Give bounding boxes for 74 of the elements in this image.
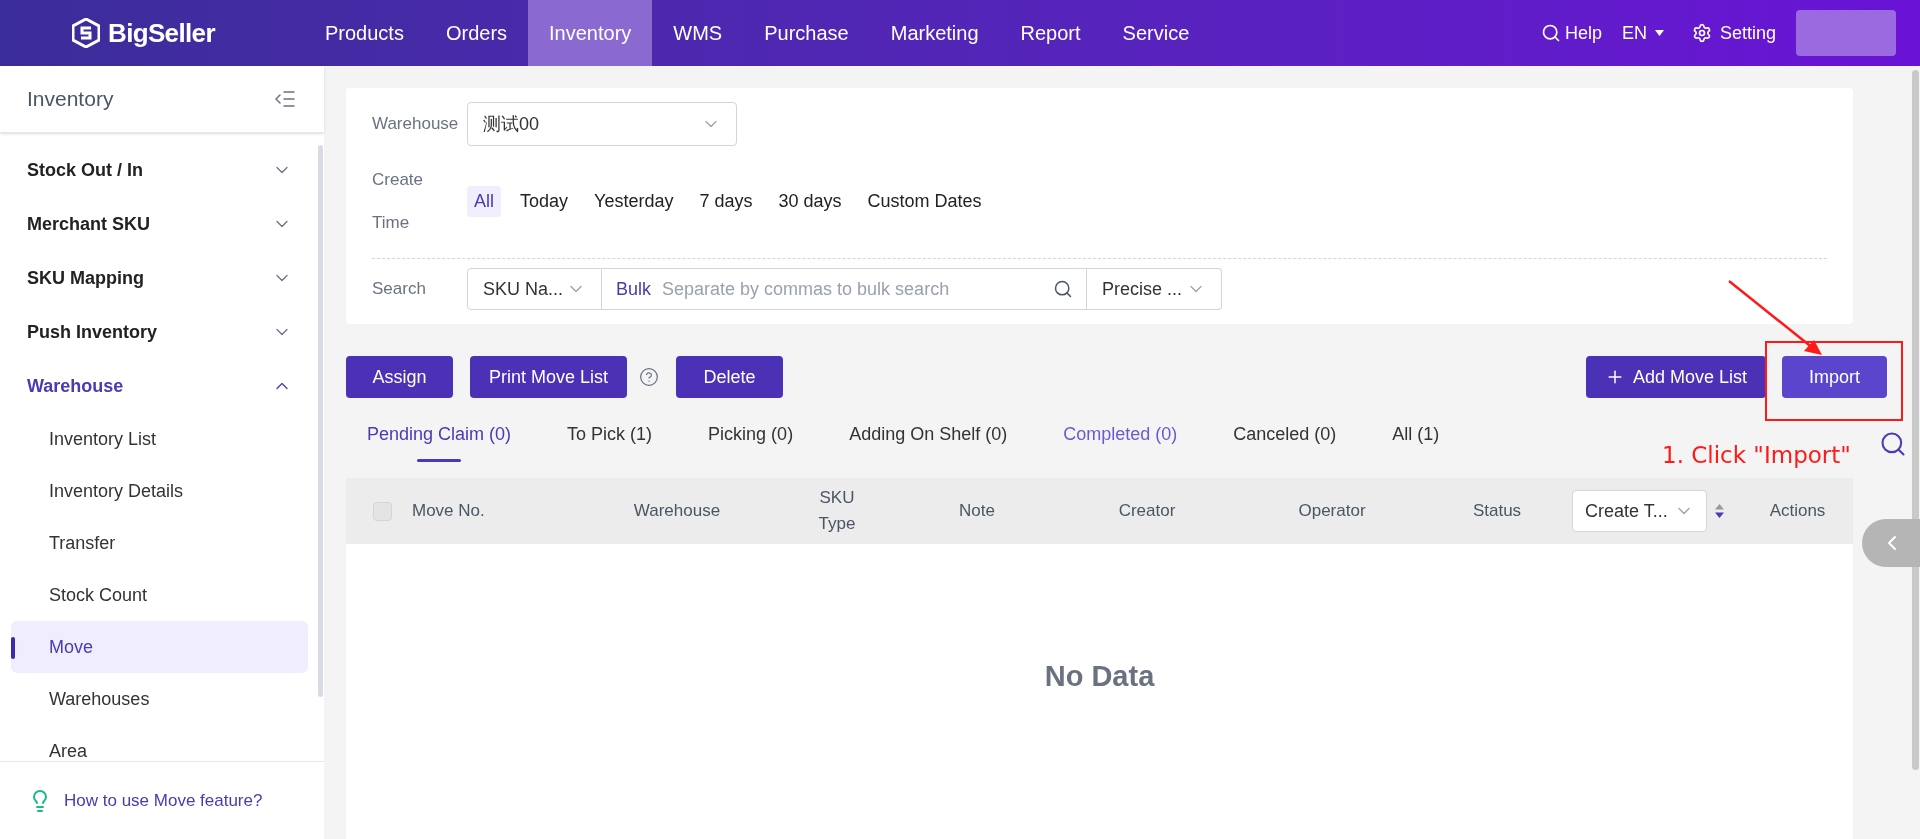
sidebar-item[interactable]: Area	[11, 725, 308, 761]
bulk-link[interactable]: Bulk	[616, 277, 651, 301]
column-header: Operator	[1298, 500, 1366, 523]
sidebar-group[interactable]: Stock Out / In	[0, 143, 324, 197]
column-header: Move No.	[412, 500, 485, 523]
column-header: Warehouse	[633, 500, 721, 523]
date-option[interactable]: All	[467, 185, 501, 217]
nav-tab[interactable]: Orders	[424, 0, 529, 66]
column-header: Status	[1472, 500, 1522, 523]
status-tab[interactable]: Canceled (0)	[1233, 404, 1337, 464]
page-scrollbar[interactable]	[1912, 70, 1919, 770]
collapse-panel-tab[interactable]	[1862, 519, 1920, 567]
nav-tab[interactable]: Report	[999, 0, 1102, 66]
warehouse-select[interactable]: 测试00	[467, 102, 737, 146]
column-header: Actions	[1769, 500, 1826, 523]
search-icon[interactable]	[1879, 430, 1907, 458]
sidebar-item[interactable]: Stock Count	[11, 569, 308, 621]
filter-label: Warehouse	[372, 113, 460, 136]
annotation-text: 1. Click "Import"	[1662, 441, 1851, 470]
sidebar-item[interactable]: Warehouses	[11, 673, 308, 725]
sort-icon[interactable]	[1715, 504, 1724, 518]
sidebar-group[interactable]: SKU Mapping	[0, 251, 324, 305]
help-link[interactable]: How to use Move feature?	[64, 787, 263, 814]
empty-message: No Data	[1044, 658, 1155, 694]
caret-icon	[1654, 30, 1664, 36]
filter-label: Create Time	[372, 169, 425, 234]
date-option[interactable]: 7 days	[692, 185, 760, 217]
sidebar-item[interactable]: Inventory List	[11, 413, 308, 465]
sidebar-item[interactable]: Inventory Details	[11, 465, 308, 517]
search-field-select[interactable]: SKU Na...	[467, 268, 602, 310]
select-all-checkbox[interactable]	[373, 501, 392, 521]
help-link[interactable]: Help	[1540, 19, 1602, 47]
date-option[interactable]: Yesterday	[587, 185, 681, 217]
help-icon[interactable]	[639, 367, 660, 387]
nav-tab[interactable]: WMS	[652, 0, 744, 66]
status-tab[interactable]: Pending Claim (0)	[367, 404, 512, 464]
action-button[interactable]: Print Move List	[470, 356, 628, 398]
sidebar-title: Inventory	[27, 86, 114, 113]
action-button[interactable]: Add Move List	[1585, 356, 1766, 398]
action-button[interactable]: Assign	[346, 356, 453, 398]
status-tab[interactable]: Picking (0)	[708, 404, 794, 464]
nav-tab[interactable]: Purchase	[743, 0, 870, 66]
sort-field-select[interactable]: Create T...	[1572, 490, 1707, 532]
date-option[interactable]: 30 days	[771, 185, 849, 217]
search-icon[interactable]	[1053, 279, 1073, 299]
sidebar-item[interactable]: Move	[11, 621, 308, 673]
nav-tab[interactable]: Products	[304, 0, 425, 66]
sidebar-group[interactable]: Merchant SKU	[0, 197, 324, 251]
settings-icon	[1691, 23, 1712, 43]
nav-tab[interactable]: Service	[1101, 0, 1211, 66]
brand-name: BigSeller	[108, 16, 215, 50]
filter-label: Search	[372, 278, 427, 301]
language-select[interactable]: EN	[1621, 19, 1664, 47]
date-option[interactable]: Today	[513, 185, 576, 217]
status-tab[interactable]: To Pick (1)	[567, 404, 653, 464]
sidebar-item[interactable]: Transfer	[11, 517, 308, 569]
status-tab[interactable]: Adding On Shelf (0)	[849, 404, 1008, 464]
nav-tab[interactable]: Inventory	[528, 0, 653, 66]
logo-icon	[72, 18, 100, 48]
status-tab[interactable]: Completed (0)	[1063, 404, 1178, 464]
nav-tab[interactable]: Marketing	[869, 0, 1000, 66]
column-header: SKU Type	[817, 487, 857, 535]
action-button[interactable]: Import	[1782, 356, 1887, 398]
setting-link[interactable]: Setting	[1691, 19, 1776, 47]
column-header: Creator	[1118, 500, 1176, 523]
action-button[interactable]: Delete	[676, 356, 784, 398]
column-header: Note	[959, 500, 995, 523]
scrollbar[interactable]	[318, 145, 323, 697]
sidebar-group[interactable]: Warehouse	[0, 359, 324, 413]
search-icon	[1540, 23, 1561, 43]
sidebar-group[interactable]: Push Inventory	[0, 305, 324, 359]
match-mode-select[interactable]: Precise ...	[1087, 268, 1222, 310]
status-tab[interactable]: All (1)	[1392, 404, 1440, 464]
date-option[interactable]: Custom Dates	[860, 185, 989, 217]
